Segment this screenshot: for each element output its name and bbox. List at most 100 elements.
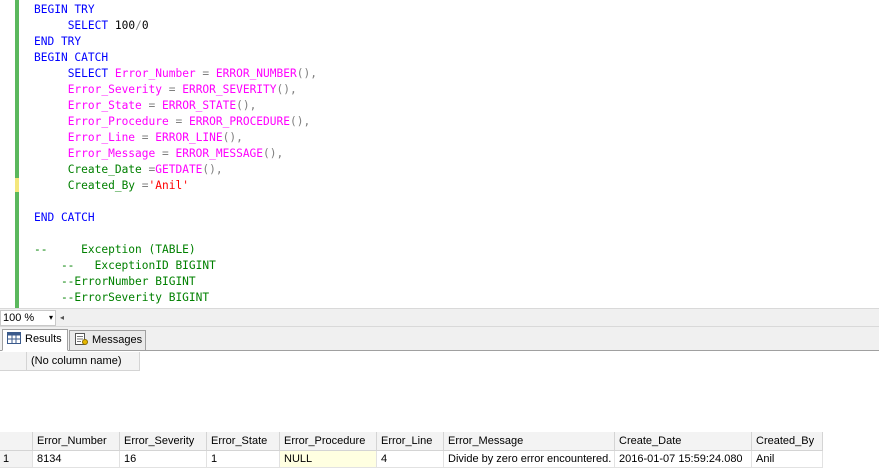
column-header[interactable]: Error_State (206, 432, 280, 451)
grid-cell[interactable]: 4 (376, 450, 444, 468)
code-line[interactable]: Error_Message = ERROR_MESSAGE(), (34, 146, 317, 162)
code-token: END CATCH (34, 211, 95, 224)
change-tracking-bar (15, 0, 19, 308)
code-token: (), (290, 115, 311, 128)
code-token: Created_By (67, 179, 142, 192)
code-line[interactable]: ​ (34, 226, 317, 242)
query-editor[interactable]: BEGIN TRY SELECT 100/0 END TRY BEGIN CATCH… (0, 0, 879, 308)
results-grid-2[interactable]: Error_Number Error_Severity Error_State Err… (0, 432, 879, 468)
code-token: Error_Number (108, 67, 203, 80)
code-line[interactable]: Error_Procedure = ERROR_PROCEDURE(), (34, 114, 317, 130)
code-line[interactable]: SELECT 100/0 (34, 18, 317, 34)
code-token: END TRY (34, 35, 82, 48)
code-lines[interactable]: BEGIN TRY SELECT 100/0 END TRY BEGIN CATCH… (34, 2, 317, 306)
code-line[interactable]: --ErrorSeverity BIGINT (34, 290, 317, 306)
code-token: GETDATE (155, 163, 203, 176)
grid-cell[interactable]: 1 (206, 450, 280, 468)
code-token: BEGIN TRY (34, 3, 95, 16)
code-token: SELECT (67, 67, 109, 80)
code-line[interactable]: BEGIN CATCH (34, 50, 317, 66)
code-token: (), (222, 131, 243, 144)
results-tab-bar: Results Messages (0, 327, 879, 351)
code-token: (), (276, 83, 297, 96)
code-token: 'Anil' (148, 179, 189, 192)
code-token: Error_Line (67, 131, 142, 144)
code-token: -- Exception (TABLE) (34, 243, 196, 256)
grid-cell[interactable]: 8134 (32, 450, 120, 468)
messages-icon (74, 333, 88, 345)
code-token: -- ExceptionID BIGINT (34, 259, 216, 272)
column-header[interactable]: (No column name) (26, 352, 140, 371)
code-token: ERROR_LINE (148, 131, 223, 144)
grid-cell[interactable]: 16 (119, 450, 207, 468)
results-grid-1[interactable]: (No column name) (0, 352, 879, 433)
table-row[interactable]: 1 8134 16 1 NULL 4 Divide by zero error encoun… (0, 450, 823, 468)
column-header[interactable]: Error_Severity (119, 432, 207, 451)
code-token: SELECT (67, 19, 109, 32)
grid-cell[interactable]: Anil (751, 450, 823, 468)
code-line[interactable]: Created_By ='Anil' (34, 178, 317, 194)
code-token: = (141, 179, 149, 192)
results-table-1: (No column name) (0, 352, 140, 371)
zoom-dropdown[interactable]: 100 % ▾ (0, 310, 56, 326)
grid-corner[interactable] (0, 432, 33, 451)
grid-header-row: (No column name) (0, 352, 140, 371)
chevron-down-icon[interactable]: ▾ (49, 311, 53, 325)
code-token: (), (236, 99, 257, 112)
code-line[interactable]: -- Exception (TABLE) (34, 242, 317, 258)
code-line[interactable]: -- ExceptionID BIGINT (34, 258, 317, 274)
code-line[interactable]: Error_Severity = ERROR_SEVERITY(), (34, 82, 317, 98)
code-token: 0 (141, 19, 149, 32)
column-header[interactable]: Create_Date (614, 432, 752, 451)
row-number[interactable]: 1 (0, 450, 33, 468)
code-line[interactable]: Error_Line = ERROR_LINE(), (34, 130, 317, 146)
code-token: Error_Message (67, 147, 162, 160)
grid-cell[interactable]: NULL (279, 450, 377, 468)
code-token: ERROR_PROCEDURE (182, 115, 290, 128)
grid-cell[interactable]: Divide by zero error encountered. (443, 450, 615, 468)
tab-results[interactable]: Results (2, 329, 68, 351)
code-token: = (161, 147, 169, 160)
zoom-value: 100 % (3, 312, 35, 324)
code-line[interactable]: BEGIN TRY (34, 2, 317, 18)
code-token: = (141, 131, 149, 144)
code-token: Error_Procedure (67, 115, 176, 128)
editor-gutter (0, 0, 14, 308)
grid-icon (7, 332, 21, 344)
code-token: (), (263, 147, 284, 160)
column-header[interactable]: Error_Line (376, 432, 444, 451)
code-line[interactable]: SELECT Error_Number = ERROR_NUMBER(), (34, 66, 317, 82)
code-token: --ErrorSeverity BIGINT (34, 291, 210, 304)
grid-corner[interactable] (0, 352, 27, 371)
code-line[interactable]: --ErrorNumber BIGINT (34, 274, 317, 290)
code-token: Error_State (67, 99, 149, 112)
code-line[interactable]: Error_State = ERROR_STATE(), (34, 98, 317, 114)
code-token: / (135, 19, 142, 32)
scroll-left-icon[interactable]: ◂ (60, 310, 64, 326)
column-header[interactable]: Error_Message (443, 432, 615, 451)
code-line[interactable]: ​ (34, 194, 317, 210)
code-token: Create_Date (67, 163, 149, 176)
column-header[interactable]: Error_Procedure (279, 432, 377, 451)
code-line[interactable]: END TRY (34, 34, 317, 50)
results-table-2: Error_Number Error_Severity Error_State Err… (0, 432, 823, 468)
tab-messages[interactable]: Messages (69, 330, 146, 351)
column-header[interactable]: Error_Number (32, 432, 120, 451)
code-line[interactable]: Create_Date =GETDATE(), (34, 162, 317, 178)
code-token: ERROR_MESSAGE (168, 147, 264, 160)
code-token: (), (296, 67, 317, 80)
column-header[interactable]: Created_By (751, 432, 823, 451)
code-token: Error_Severity (67, 83, 169, 96)
tab-results-label: Results (25, 333, 62, 345)
unsaved-change-marker (15, 178, 19, 192)
code-line[interactable]: END CATCH (34, 210, 317, 226)
grid-cell[interactable]: 2016-01-07 15:59:24.080 (614, 450, 752, 468)
